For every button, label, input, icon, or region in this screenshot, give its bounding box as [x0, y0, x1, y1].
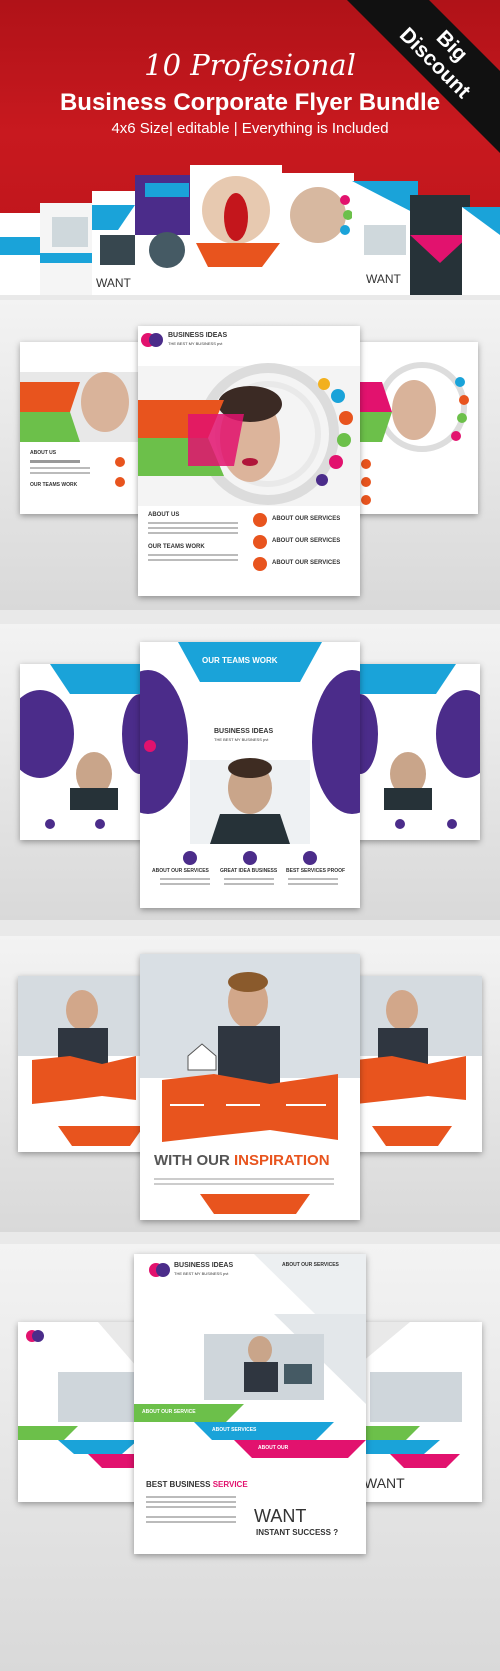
title-script: 10 Profesional	[144, 48, 356, 82]
flyer4-instant: INSTANT SUCCESS ?	[256, 1528, 339, 1537]
fan-flyer-center-right	[282, 173, 354, 295]
flyer3-left	[18, 976, 148, 1152]
flyer4-brand: BUSINESS IDEAS	[174, 1262, 234, 1269]
flyer1-about-us: ABOUT US	[148, 512, 180, 518]
flyer1-left-about: ABOUT US	[30, 450, 57, 456]
flyer4-band-label-3: ABOUT OUR	[258, 1445, 289, 1451]
flyer4-left-art	[18, 1322, 150, 1468]
flyer2-brand: BUSINESS IDEAS	[214, 728, 274, 735]
flyer4-want: WANT	[254, 1506, 307, 1526]
flyer3-right	[352, 976, 482, 1152]
flyer3-left-art	[18, 976, 148, 1146]
svg-text:WANT: WANT	[96, 276, 132, 290]
flyer2-left-art	[20, 664, 144, 829]
flyer1-service-3: ABOUT OUR SERVICES	[272, 560, 341, 566]
flyer1-tagline: THE BEST MY BUSINESS pvt	[168, 341, 223, 346]
flyer2-heading: OUR TEAMS WORK	[202, 656, 278, 665]
flyer3-front: WITH OUR INSPIRATION	[140, 954, 360, 1220]
flyer1-brand: BUSINESS IDEAS	[168, 332, 228, 339]
flyer2-col-1: ABOUT OUR SERVICES	[152, 868, 209, 874]
flyer1-front: BUSINESS IDEAS THE BEST MY BUSINESS pvt …	[138, 326, 360, 596]
flyer-fan-preview: WANT WANT	[0, 165, 500, 295]
flyer4-band-label-2: ABOUT SERVICES	[212, 1427, 257, 1433]
flyer2-tagline: THE BEST MY BUSINESS pvt	[214, 737, 269, 742]
flyer3-headline-b: INSPIRATION	[234, 1152, 330, 1169]
flyer1-right-art	[352, 362, 469, 505]
flyer1-left-art	[20, 372, 144, 487]
flyer1-service-2: ABOUT OUR SERVICES	[272, 538, 341, 544]
flyer1-right	[352, 342, 478, 514]
flyer4-right: WANT	[350, 1322, 482, 1502]
flyer1-team-work: OUR TEAMS WORK	[148, 544, 205, 550]
flyer2-right	[356, 664, 480, 840]
fan-flyer-right-3	[410, 195, 500, 295]
flyer2-front: OUR TEAMS WORK BUSINESS IDEAS THE BEST M…	[140, 642, 360, 908]
flyer1-service-1: ABOUT OUR SERVICES	[272, 516, 341, 522]
fan-flyer-center-left	[135, 175, 199, 295]
flyer1-front-art	[138, 333, 360, 571]
flyer3-headline-a: WITH OUR	[154, 1152, 234, 1169]
flyer3-headline: WITH OUR INSPIRATION	[154, 1152, 330, 1169]
flyer3-front-art	[140, 954, 360, 1214]
flyer4-best-a: BEST BUSINESS	[146, 1480, 213, 1489]
flyer4-left	[18, 1322, 150, 1502]
flyer2-col-2: GREAT IDEA BUSINESS	[220, 868, 278, 874]
flyer4-front: BUSINESS IDEAS THE BEST MY BUSINESS pvt …	[134, 1254, 366, 1554]
band-flyer-set-4: WANT BUSINESS IDEAS THE BEST MY BUSINESS…	[0, 1244, 500, 1671]
flyer4-best: BEST BUSINESS SERVICE	[146, 1480, 248, 1489]
fan-flyer-center	[190, 165, 282, 295]
header-banner: Big Discount 10 Profesional Business Cor…	[0, 0, 500, 295]
svg-text:WANT: WANT	[366, 272, 402, 286]
band-flyer-set-2: OUR TEAMS WORK BUSINESS IDEAS THE BEST M…	[0, 624, 500, 920]
title-main: Business Corporate Flyer Bundle	[59, 89, 441, 116]
band-flyer-set-1: ABOUT US OUR TEAMS WORK BUSINESS IDEAS T…	[0, 300, 500, 610]
flyer1-left-team: OUR TEAMS WORK	[30, 482, 78, 488]
flyer4-right-art: WANT	[350, 1322, 462, 1491]
flyer2-right-art	[356, 664, 480, 829]
fan-flyer-right-2: WANT	[352, 181, 418, 295]
flyer1-left: ABOUT US OUR TEAMS WORK	[20, 342, 144, 514]
flyer4-best-b: SERVICE	[212, 1480, 248, 1489]
flyer2-left	[20, 664, 144, 840]
svg-text:WANT: WANT	[364, 1475, 405, 1491]
flyer4-front-art	[134, 1254, 366, 1523]
flyer3-right-art	[352, 976, 482, 1146]
band-flyer-set-3: WITH OUR INSPIRATION	[0, 936, 500, 1232]
flyer4-tagline: THE BEST MY BUSINESS pvt	[174, 1271, 229, 1276]
flyer2-col-3: BEST SERVICES PROOF	[286, 868, 346, 874]
flyer4-band-label-1: ABOUT OUR SERVICE	[142, 1409, 196, 1415]
subtitle: 4x6 Size| editable | Everything is Inclu…	[111, 120, 389, 137]
flyer4-about-services: ABOUT OUR SERVICES	[282, 1262, 339, 1268]
